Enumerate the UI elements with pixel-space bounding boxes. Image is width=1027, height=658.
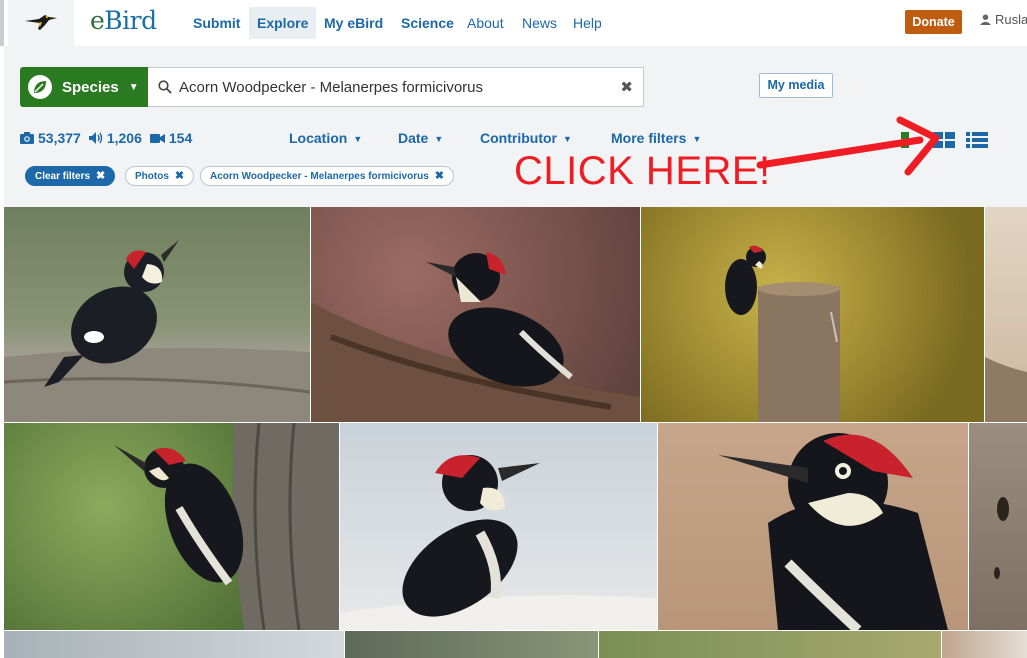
search-icon [158, 80, 172, 94]
photo-tile[interactable] [4, 423, 339, 630]
photos-filter-chip[interactable]: Photos ✖ [125, 166, 195, 186]
acorn-woodpecker-photo [4, 240, 310, 422]
chevron-down-icon: ▼ [434, 134, 444, 144]
top-nav: eBird Submit Explore My eBird Science Ab… [0, 0, 1027, 46]
species-type-label: Species [62, 78, 119, 96]
chevron-down-icon: ▼ [562, 134, 572, 144]
photo-tile[interactable] [599, 631, 941, 658]
list-view-toggle[interactable] [966, 132, 988, 153]
nav-about[interactable]: About [459, 7, 512, 39]
video-count[interactable]: 154 [149, 130, 193, 146]
species-type-button[interactable]: Species ▼ [20, 67, 148, 107]
acorn-woodpecker-photo [718, 433, 948, 630]
chevron-down-icon: ▼ [353, 134, 363, 144]
photo-tile[interactable] [345, 631, 598, 658]
list-icon [966, 132, 988, 148]
nav-my-ebird[interactable]: My eBird [316, 7, 391, 39]
species-leaf-icon [28, 75, 52, 99]
photo-tile[interactable] [4, 207, 310, 422]
clear-search-icon[interactable]: ✖ [620, 78, 633, 96]
user-icon [980, 14, 991, 25]
woodpecker-photo-partial [994, 497, 1009, 579]
nav-explore[interactable]: Explore [249, 7, 317, 39]
click-here-annotation: CLICK HERE! [514, 149, 771, 193]
video-count-value: 154 [168, 130, 193, 146]
ebird-logo[interactable] [8, 0, 74, 46]
my-media-button[interactable]: My media [759, 73, 833, 98]
photo-tile[interactable] [311, 207, 640, 422]
donate-button[interactable]: Donate [905, 10, 962, 34]
brand-wordmark[interactable]: eBird [90, 6, 157, 35]
photo-tile[interactable] [340, 423, 657, 630]
acorn-woodpecker-photo [311, 252, 640, 422]
clear-filters-chip[interactable]: Clear filters ✖ [25, 166, 116, 186]
more-filters-dropdown[interactable]: More filters ▼ [611, 130, 701, 146]
bird-logo-icon [25, 15, 57, 30]
photo-tile[interactable] [969, 423, 1027, 630]
photo-tile[interactable] [4, 631, 344, 658]
acorn-woodpecker-photo [725, 245, 840, 422]
close-icon: ✖ [174, 170, 185, 182]
acorn-woodpecker-photo [114, 423, 339, 630]
photo-tile[interactable] [641, 207, 984, 422]
user-menu[interactable]: Rusla [980, 12, 1027, 27]
audio-count[interactable]: 1,206 [88, 130, 142, 146]
photo-count[interactable]: 53,377 [20, 130, 81, 146]
nav-news[interactable]: News [514, 7, 565, 39]
search-value: Acorn Woodpecker - Melanerpes formicivor… [179, 79, 484, 96]
photo-tile[interactable] [942, 631, 1027, 658]
photo-tile[interactable] [658, 423, 968, 630]
species-filter-chip[interactable]: Acorn Woodpecker - Melanerpes formicivor… [200, 166, 454, 186]
camera-icon [20, 132, 34, 144]
nav-science[interactable]: Science [393, 7, 462, 39]
photo-grid [4, 207, 1027, 658]
date-filter-dropdown[interactable]: Date ▼ [398, 130, 443, 146]
close-icon: ✖ [96, 170, 106, 182]
chevron-down-icon: ▼ [692, 134, 702, 144]
location-filter-dropdown[interactable]: Location ▼ [289, 130, 362, 146]
nav-submit[interactable]: Submit [185, 7, 248, 39]
acorn-woodpecker-photo [340, 455, 657, 630]
photo-count-value: 53,377 [38, 130, 81, 146]
photo-tile[interactable] [985, 207, 1027, 422]
woodpecker-photo-partial [985, 357, 1027, 422]
media-counts: 53,377 1,206 154 [20, 130, 192, 146]
close-icon: ✖ [434, 170, 444, 182]
user-name: Rusla [995, 12, 1027, 27]
audio-count-value: 1,206 [106, 130, 142, 146]
video-camera-icon [149, 133, 165, 143]
contributor-filter-dropdown[interactable]: Contributor ▼ [480, 130, 572, 146]
chevron-down-icon: ▼ [128, 81, 139, 93]
nav-help[interactable]: Help [565, 7, 610, 39]
species-search-input[interactable]: Acorn Woodpecker - Melanerpes formicivor… [148, 67, 644, 107]
speaker-icon [88, 132, 103, 144]
red-arrow-annotation [756, 116, 940, 176]
